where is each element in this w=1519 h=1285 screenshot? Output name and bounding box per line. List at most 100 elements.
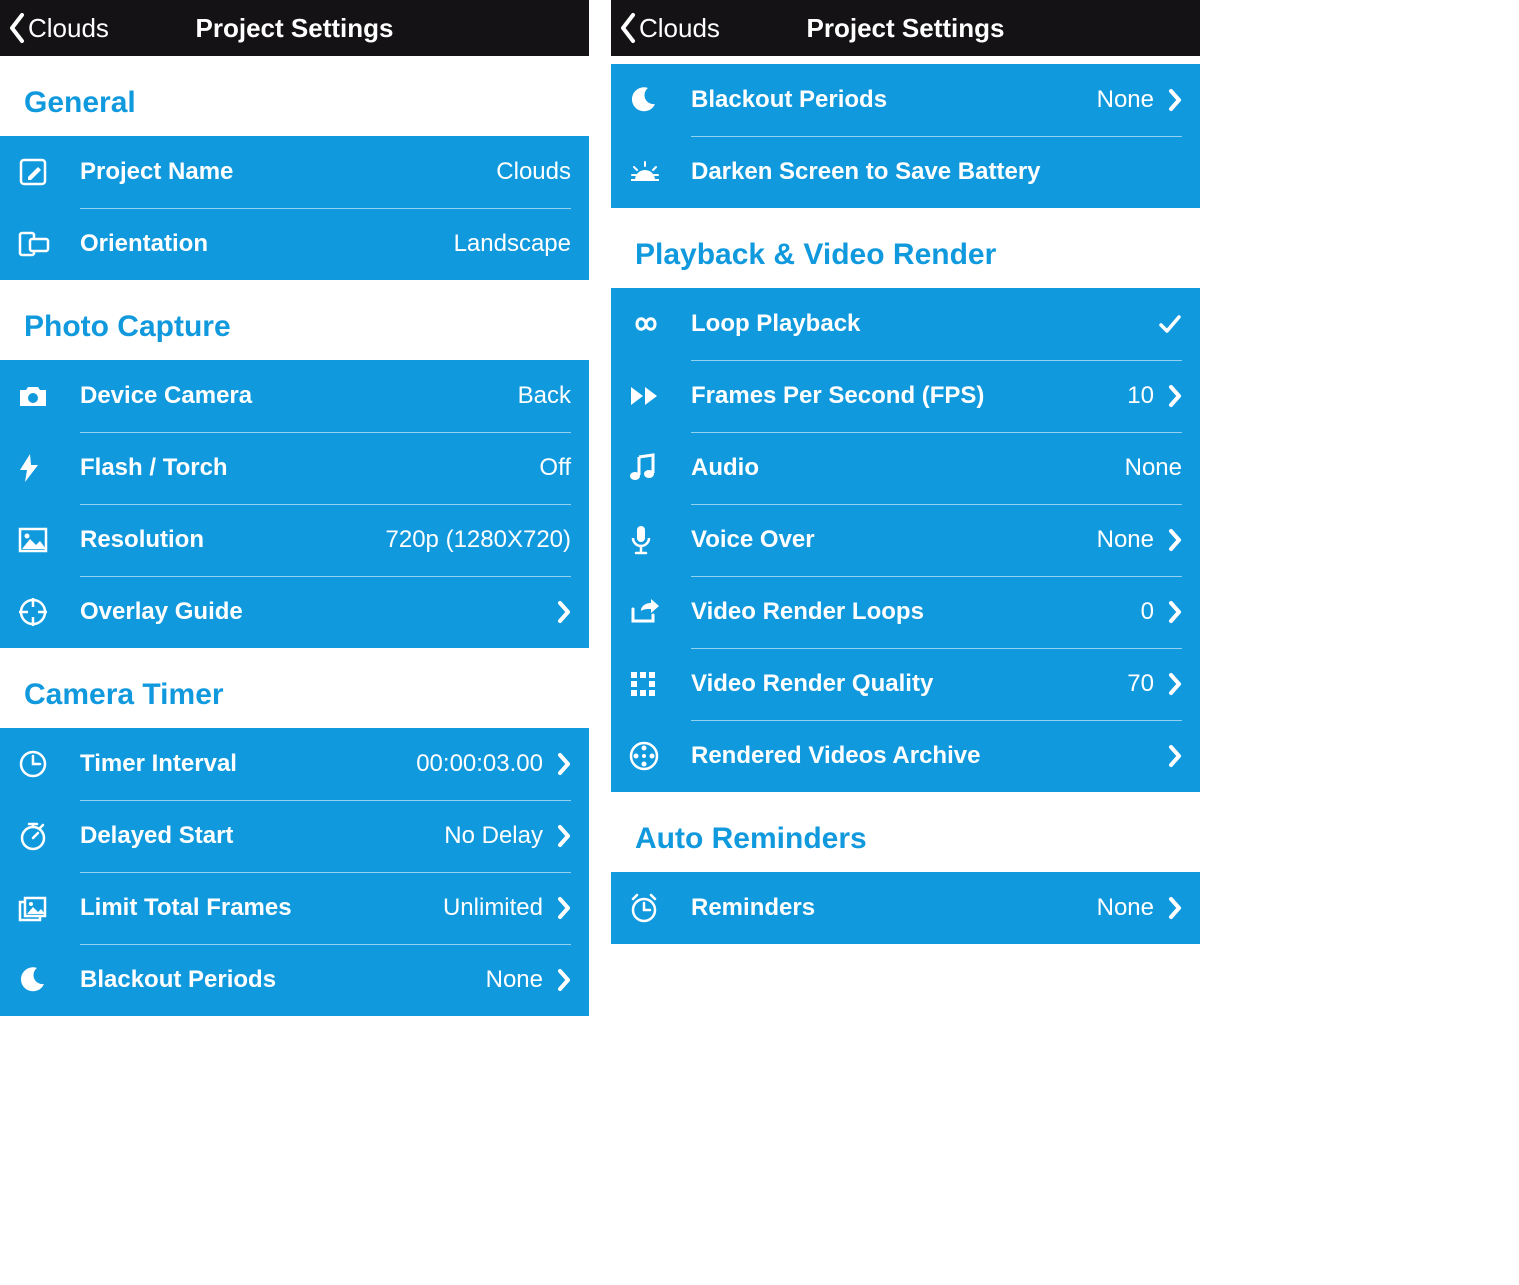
section-playback-list: Loop Playback Frames Per Second (FPS) 10	[611, 288, 1200, 792]
row-label: Delayed Start	[80, 822, 432, 850]
edit-icon	[18, 157, 80, 187]
row-delayed-start[interactable]: Delayed Start No Delay	[0, 800, 589, 872]
chevron-right-icon	[1168, 528, 1182, 552]
section-general-list: Project Name Clouds Orientation Landscap…	[0, 136, 589, 280]
section-header-reminders: Auto Reminders	[611, 792, 1200, 872]
frames-icon	[18, 894, 80, 922]
row-label: Darken Screen to Save Battery	[691, 158, 1182, 186]
row-overlay-guide[interactable]: Overlay Guide	[0, 576, 589, 648]
row-limit-frames[interactable]: Limit Total Frames Unlimited	[0, 872, 589, 944]
row-value: None	[486, 966, 543, 994]
row-label: Video Render Quality	[691, 670, 1115, 698]
row-value: 00:00:03.00	[416, 750, 543, 778]
row-voice-over[interactable]: Voice Over None	[611, 504, 1200, 576]
row-label: Loop Playback	[691, 310, 1144, 338]
row-reminders[interactable]: Reminders None	[611, 872, 1200, 944]
chevron-right-icon	[557, 752, 571, 776]
navbar: Clouds Project Settings	[611, 0, 1200, 56]
row-darken-screen[interactable]: Darken Screen to Save Battery	[611, 136, 1200, 208]
checkmark-icon	[1158, 312, 1182, 336]
chevron-right-icon	[1168, 88, 1182, 112]
chevron-right-icon	[557, 968, 571, 992]
row-audio[interactable]: Audio None	[611, 432, 1200, 504]
alarm-icon	[629, 893, 691, 923]
section-camera-timer-list: Timer Interval 00:00:03.00 Delayed Start…	[0, 728, 589, 1016]
section-header-playback: Playback & Video Render	[611, 208, 1200, 288]
row-label: Timer Interval	[80, 750, 404, 778]
chevron-left-icon	[8, 12, 26, 44]
row-value: 0	[1141, 598, 1154, 626]
section-header-photo-capture: Photo Capture	[0, 280, 589, 360]
row-label: Audio	[691, 454, 1113, 482]
row-timer-interval[interactable]: Timer Interval 00:00:03.00	[0, 728, 589, 800]
section-header-general: General	[0, 56, 589, 136]
row-rendered-archive[interactable]: Rendered Videos Archive	[611, 720, 1200, 792]
infinity-icon	[629, 314, 691, 334]
row-value: Landscape	[454, 230, 571, 258]
back-button[interactable]: Clouds	[611, 0, 728, 56]
fast-forward-icon	[629, 384, 691, 408]
chevron-right-icon	[1168, 744, 1182, 768]
row-value: 10	[1127, 382, 1154, 410]
row-label: Voice Over	[691, 526, 1085, 554]
back-label: Clouds	[639, 13, 720, 44]
music-icon	[629, 453, 691, 483]
section-reminders-list: Reminders None	[611, 872, 1200, 944]
row-project-name[interactable]: Project Name Clouds	[0, 136, 589, 208]
camera-icon	[18, 383, 80, 409]
row-value: 70	[1127, 670, 1154, 698]
row-value: None	[1097, 894, 1154, 922]
chevron-right-icon	[557, 600, 571, 624]
row-flash[interactable]: Flash / Torch Off	[0, 432, 589, 504]
row-resolution[interactable]: Resolution 720p (1280X720)	[0, 504, 589, 576]
moon-icon	[629, 86, 691, 114]
row-label: Rendered Videos Archive	[691, 742, 1154, 770]
row-blackout-periods-a[interactable]: Blackout Periods None	[0, 944, 589, 1016]
row-fps[interactable]: Frames Per Second (FPS) 10	[611, 360, 1200, 432]
row-label: Video Render Loops	[691, 598, 1129, 626]
sunset-icon	[629, 160, 691, 184]
row-loop-playback[interactable]: Loop Playback	[611, 288, 1200, 360]
chevron-right-icon	[1168, 600, 1182, 624]
pane-right: Clouds Project Settings Blackout Periods…	[611, 0, 1200, 1285]
chevron-left-icon	[619, 12, 637, 44]
share-icon	[629, 599, 691, 625]
film-reel-icon	[629, 741, 691, 771]
row-label: Limit Total Frames	[80, 894, 431, 922]
moon-icon	[18, 966, 80, 994]
row-video-render-loops[interactable]: Video Render Loops 0	[611, 576, 1200, 648]
back-button[interactable]: Clouds	[0, 0, 117, 56]
clock-icon	[18, 749, 80, 779]
chevron-right-icon	[1168, 672, 1182, 696]
chevron-right-icon	[557, 896, 571, 920]
row-label: Reminders	[691, 894, 1085, 922]
row-value: None	[1097, 526, 1154, 554]
row-device-camera[interactable]: Device Camera Back	[0, 360, 589, 432]
chevron-right-icon	[1168, 896, 1182, 920]
row-blackout-periods[interactable]: Blackout Periods None	[611, 64, 1200, 136]
row-label: Blackout Periods	[80, 966, 474, 994]
row-value: Off	[539, 454, 571, 482]
quality-icon	[629, 670, 691, 698]
row-label: Frames Per Second (FPS)	[691, 382, 1115, 410]
navbar: Clouds Project Settings	[0, 0, 589, 56]
back-label: Clouds	[28, 13, 109, 44]
row-label: Blackout Periods	[691, 86, 1085, 114]
section-camera-timer-continued: Blackout Periods None Darken Screen to S…	[611, 64, 1200, 208]
row-label: Project Name	[80, 158, 484, 186]
section-photo-capture-list: Device Camera Back Flash / Torch Off Res…	[0, 360, 589, 648]
row-label: Device Camera	[80, 382, 506, 410]
row-value: 720p (1280X720)	[386, 526, 571, 554]
picture-icon	[18, 527, 80, 553]
row-value: Back	[518, 382, 571, 410]
pane-left: Clouds Project Settings General Project …	[0, 0, 589, 1285]
row-orientation[interactable]: Orientation Landscape	[0, 208, 589, 280]
section-header-camera-timer: Camera Timer	[0, 648, 589, 728]
row-video-render-quality[interactable]: Video Render Quality 70	[611, 648, 1200, 720]
row-value: Clouds	[496, 158, 571, 186]
chevron-right-icon	[557, 824, 571, 848]
row-value: No Delay	[444, 822, 543, 850]
row-label: Orientation	[80, 230, 442, 258]
orientation-icon	[18, 229, 80, 259]
microphone-icon	[629, 524, 691, 556]
